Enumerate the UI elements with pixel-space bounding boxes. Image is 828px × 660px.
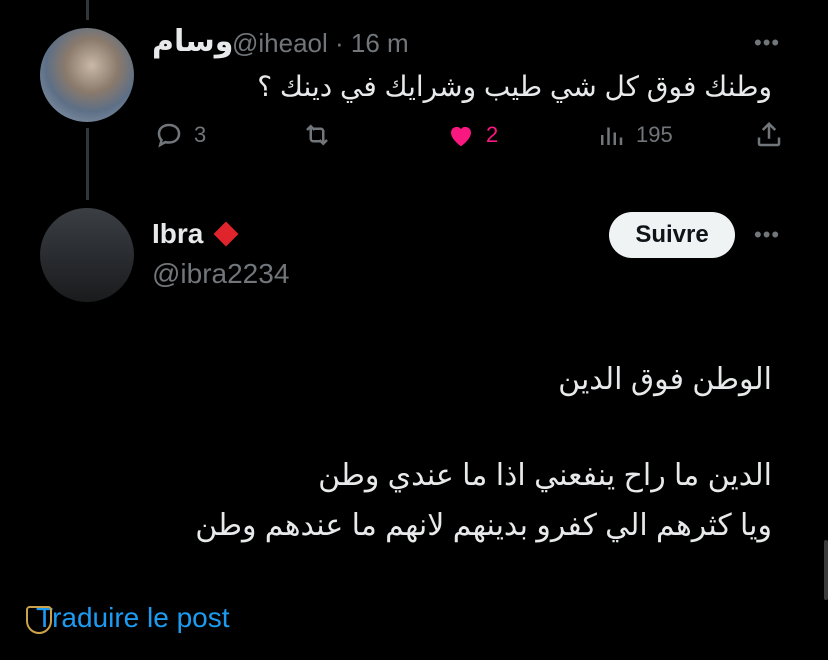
views-count: 195 [636, 122, 673, 147]
like-count: 2 [486, 122, 499, 147]
tweet2-handle[interactable]: @ibra2234 [152, 258, 289, 290]
tweet2-line-1: الوطن فوق الدين [558, 363, 772, 396]
tweet1-handle-time[interactable]: @iheaol · 16 m [232, 28, 409, 59]
reply-icon [157, 123, 181, 148]
retweet-icon [306, 124, 328, 146]
share-icon [757, 121, 781, 147]
views-button[interactable]: 195 [596, 120, 673, 150]
tweet1-handle[interactable]: @iheaol [232, 28, 328, 58]
avatar-ibra[interactable] [40, 208, 134, 302]
avatar-wissam[interactable] [40, 28, 134, 122]
views-icon [601, 127, 623, 145]
scrollbar[interactable] [824, 540, 828, 600]
watermark-logo [4, 606, 74, 660]
tweet1-actions: 3 2 195 [150, 120, 790, 160]
like-button[interactable]: 2 [446, 120, 498, 150]
tweet1-time: · 16 m [335, 28, 409, 58]
thread-line [86, 128, 89, 200]
tweet2-line-3: ويا كثرهم الي كفرو بدينهم لانهم ما عندهم… [195, 509, 772, 542]
tweet1-text: وطنك فوق كل شي طيب وشرايك في دينك ؟ [257, 71, 772, 102]
diamond-icon [213, 221, 239, 247]
tweet2-name-text[interactable]: Ibra [152, 218, 203, 250]
share-button[interactable] [754, 120, 784, 150]
tweet2-author-name[interactable]: Ibra [152, 218, 239, 250]
shield-icon [26, 606, 52, 634]
reply-button[interactable]: 3 [154, 120, 206, 150]
heart-icon [451, 126, 471, 147]
tweet1-more-icon[interactable]: ••• [754, 30, 780, 56]
tweet2-more-icon[interactable]: ••• [754, 222, 780, 248]
tweet2-line-2: الدين ما راح ينفعني اذا ما عندي وطن [318, 459, 772, 492]
reply-count: 3 [194, 122, 207, 147]
retweet-button[interactable] [302, 120, 342, 150]
thread-line-top [86, 0, 89, 20]
follow-button[interactable]: Suivre [609, 212, 735, 258]
tweet1-author-name[interactable]: وسام [152, 24, 233, 59]
